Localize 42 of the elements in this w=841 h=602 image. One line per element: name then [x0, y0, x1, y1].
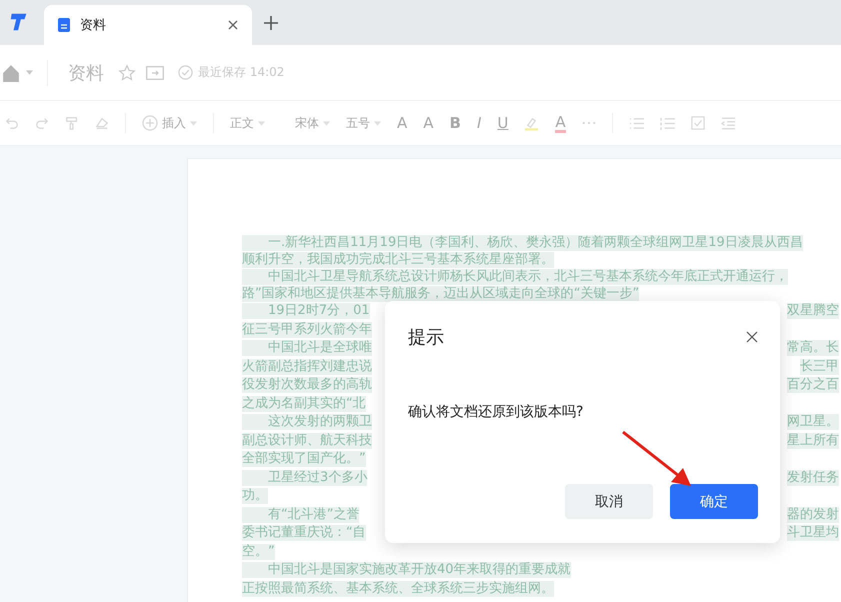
plus-circle-icon [142, 115, 158, 131]
document-icon [58, 18, 70, 32]
home-icon[interactable] [2, 64, 20, 82]
dialog-title: 提示 [408, 326, 444, 349]
font-size-dropdown[interactable]: 五号 [346, 114, 381, 132]
document-title[interactable]: 资料 [68, 60, 104, 84]
font-color-button[interactable]: A [555, 114, 566, 132]
tab-label: 资料 [80, 17, 107, 34]
highlighter-icon[interactable] [524, 116, 540, 130]
pointer-arrow [621, 430, 693, 488]
more-icon[interactable] [582, 121, 596, 125]
caret-icon [258, 120, 265, 126]
paragraph-style-dropdown[interactable]: 正文 [230, 114, 265, 132]
bold-button[interactable]: B [450, 114, 461, 132]
font-dropdown[interactable]: 宋体 [295, 114, 330, 132]
grow-font-button[interactable]: A [397, 114, 408, 132]
star-icon[interactable] [118, 64, 136, 82]
caret-icon [374, 120, 381, 126]
dialog-message: 确认将文档还原到该版本吗? [408, 403, 584, 421]
close-icon[interactable] [228, 20, 238, 30]
paint-roller-icon[interactable] [65, 116, 79, 130]
indent-icon[interactable] [720, 116, 735, 130]
caret-icon [190, 120, 197, 126]
check-circle-icon [178, 65, 193, 80]
eraser-icon[interactable] [95, 116, 109, 130]
caret-icon [323, 120, 330, 126]
document-tab[interactable]: 资料 [44, 5, 252, 45]
bullet-list-icon[interactable] [628, 116, 644, 130]
italic-button[interactable]: I [476, 114, 482, 132]
undo-icon[interactable] [5, 116, 19, 130]
insert-button[interactable]: 插入 [142, 114, 197, 132]
checkbox-icon[interactable] [690, 116, 705, 130]
close-icon[interactable] [746, 331, 758, 343]
folder-icon[interactable] [146, 66, 164, 80]
underline-button[interactable]: U [497, 114, 508, 132]
numbered-list-icon[interactable] [660, 116, 675, 130]
new-tab-icon[interactable] [264, 16, 278, 30]
redo-icon[interactable] [35, 116, 49, 130]
confirm-button[interactable]: 确定 [670, 484, 758, 519]
shrink-font-button[interactable]: A [423, 114, 434, 132]
cancel-button[interactable]: 取消 [565, 484, 653, 519]
caret-icon[interactable] [26, 70, 33, 75]
